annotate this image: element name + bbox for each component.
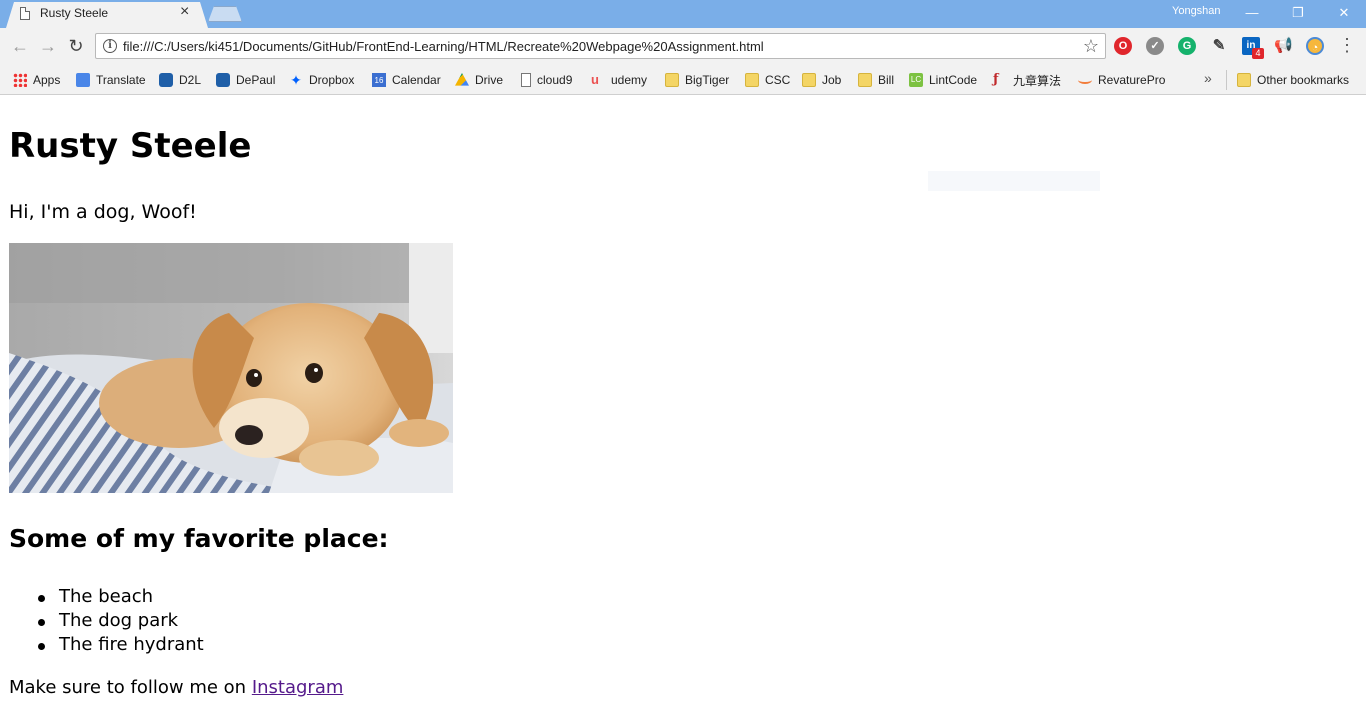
bookmark-star-icon[interactable]: ☆ xyxy=(1083,36,1099,57)
puppy-photo xyxy=(9,243,453,493)
address-bar[interactable]: i file:///C:/Users/ki451/Documents/GitHu… xyxy=(95,33,1106,59)
bookmark-job[interactable]: Job xyxy=(802,71,841,89)
apps-grid-icon xyxy=(13,73,27,87)
eyedropper-icon[interactable]: ✎ xyxy=(1210,37,1228,55)
profile-name[interactable]: Yongshan xyxy=(1172,5,1221,17)
depaul-icon xyxy=(216,73,230,87)
bookmark-bill[interactable]: Bill xyxy=(858,71,894,89)
bookmark-label: Other bookmarks xyxy=(1257,73,1350,87)
timer-icon[interactable]: ◔ xyxy=(1306,37,1324,55)
bookmark-dropbox[interactable]: ✦ Dropbox xyxy=(289,71,354,89)
list-item: The fire hydrant xyxy=(9,633,204,657)
menu-icon[interactable]: ⋮ xyxy=(1338,35,1356,55)
more-bookmarks-icon[interactable]: » xyxy=(1204,70,1212,86)
bookmark-label: Dropbox xyxy=(309,73,355,87)
notification-badge: 4 xyxy=(1252,48,1264,59)
bookmark-label: Apps xyxy=(33,73,61,87)
bookmark-label: DePaul xyxy=(236,73,276,87)
dropbox-icon: ✦ xyxy=(290,72,302,88)
bookmark-label: Drive xyxy=(475,73,504,87)
grammarly-icon[interactable]: G xyxy=(1178,37,1196,55)
info-icon[interactable]: i xyxy=(103,39,117,53)
lintcode-icon: LC xyxy=(909,73,923,87)
translate-icon xyxy=(76,73,90,87)
new-tab-button[interactable] xyxy=(208,6,242,22)
browser-titlebar: Rusty Steele × Yongshan — ❐ ✕ xyxy=(0,0,1366,28)
forward-icon[interactable]: → xyxy=(36,34,60,58)
bookmark-label: 九章算法 xyxy=(1013,73,1062,88)
bookmark-label: cloud9 xyxy=(537,73,573,87)
window-snip-overlay xyxy=(928,171,1100,191)
page-heading: Rusty Steele xyxy=(9,126,252,166)
opera-icon[interactable]: O xyxy=(1114,37,1132,55)
bookmark-label: udemy xyxy=(611,73,648,87)
d2l-icon xyxy=(159,73,173,87)
tab-title[interactable]: Rusty Steele xyxy=(40,6,108,20)
close-tab-icon[interactable]: × xyxy=(180,3,189,21)
bookmark-other[interactable]: Other bookmarks xyxy=(1237,71,1349,89)
page-icon xyxy=(521,73,531,87)
places-heading: Some of my favorite place: xyxy=(9,524,389,553)
megaphone-icon[interactable]: 📢 xyxy=(1274,37,1293,55)
bookmark-depaul[interactable]: DePaul xyxy=(216,71,275,89)
bookmark-label: Job xyxy=(822,73,842,87)
drive-icon xyxy=(455,73,469,86)
bookmark-jiuzhang[interactable]: ƒ 九章算法 xyxy=(993,71,1061,89)
list-item: The beach xyxy=(9,585,204,609)
minimize-icon[interactable]: — xyxy=(1232,2,1272,24)
folder-icon xyxy=(858,73,872,87)
jiuzhang-icon: ƒ xyxy=(993,72,999,87)
bookmark-label: CSC xyxy=(765,73,791,87)
bookmark-bigtiger[interactable]: BigTiger xyxy=(665,71,729,89)
places-list: The beach The dog park The fire hydrant xyxy=(9,585,204,657)
bookmark-label: RevaturePro xyxy=(1098,73,1166,87)
bookmark-label: Bill xyxy=(878,73,895,87)
page-icon xyxy=(20,7,30,20)
folder-icon xyxy=(802,73,816,87)
bookmark-translate[interactable]: Translate xyxy=(76,71,146,89)
back-icon[interactable]: ← xyxy=(8,34,32,58)
follow-paragraph: Make sure to follow me on Instagram xyxy=(9,677,343,698)
folder-icon xyxy=(665,73,679,87)
window-close-icon[interactable]: ✕ xyxy=(1324,2,1364,24)
bookmark-udemy[interactable]: u udemy xyxy=(591,71,647,89)
bookmark-lintcode[interactable]: LC LintCode xyxy=(909,71,977,89)
folder-icon xyxy=(1237,73,1251,87)
udemy-icon: u xyxy=(591,72,599,87)
bookmark-label: Translate xyxy=(96,73,146,87)
bookmark-cloud9[interactable]: cloud9 xyxy=(521,71,572,89)
bookmark-drive[interactable]: Drive xyxy=(455,71,503,89)
bookmarks-bar: Apps Translate D2L DePaul ✦ Dropbox 16 C… xyxy=(0,64,1366,95)
bookmark-d2l[interactable]: D2L xyxy=(159,71,201,89)
list-item: The dog park xyxy=(9,609,204,633)
restore-icon[interactable]: ❐ xyxy=(1278,2,1318,24)
url-text[interactable]: file:///C:/Users/ki451/Documents/GitHub/… xyxy=(123,39,764,54)
bookmark-calendar[interactable]: 16 Calendar xyxy=(372,71,441,89)
bookmark-apps[interactable]: Apps xyxy=(13,71,60,89)
bookmark-csc[interactable]: CSC xyxy=(745,71,790,89)
instagram-link[interactable]: Instagram xyxy=(252,677,344,698)
folder-icon xyxy=(745,73,759,87)
bookmark-label: LintCode xyxy=(929,73,978,87)
intro-text: Hi, I'm a dog, Woof! xyxy=(9,201,197,223)
calendar-icon: 16 xyxy=(372,73,386,87)
bookmarks-divider xyxy=(1226,70,1227,90)
bookmark-label: D2L xyxy=(179,73,202,87)
follow-text: Make sure to follow me on xyxy=(9,677,252,698)
bookmark-label: Calendar xyxy=(392,73,441,87)
check-extension-icon[interactable]: ✓ xyxy=(1146,37,1164,55)
bookmark-label: BigTiger xyxy=(685,73,730,87)
revature-icon xyxy=(1078,76,1092,84)
bookmark-revaturepro[interactable]: RevaturePro xyxy=(1078,71,1165,89)
reload-icon[interactable]: ↻ xyxy=(64,34,88,58)
